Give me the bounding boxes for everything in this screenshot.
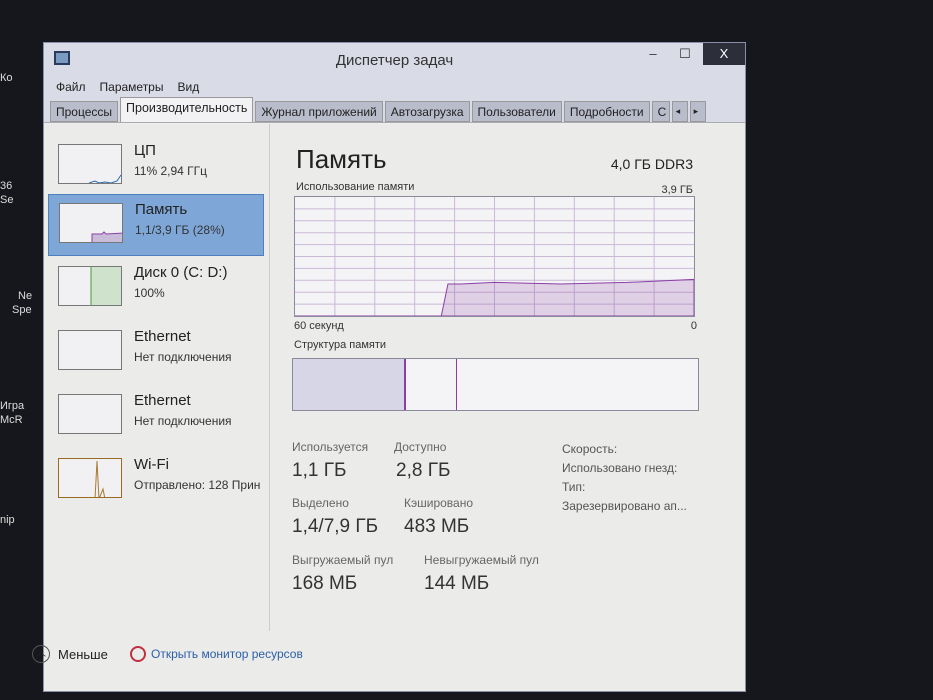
stat-label: Выделено — [292, 496, 349, 510]
cpu-thumbnail — [58, 144, 122, 184]
memory-usage-graph — [294, 196, 695, 317]
resource-ethernet-2[interactable]: Ethernet Нет подключения — [48, 386, 264, 448]
speed-label: Скорость: — [562, 442, 618, 456]
resource-ethernet-1[interactable]: Ethernet Нет подключения — [48, 322, 264, 384]
desktop-label[interactable]: Spe — [12, 304, 32, 316]
menu-bar: Файл Параметры Вид — [44, 76, 745, 97]
stat-label: Кэшировано — [404, 496, 474, 510]
task-manager-window: Диспетчер задач – ☐ X Файл Параметры Вид… — [32, 42, 746, 692]
stat-value: 168 МБ — [292, 573, 358, 594]
minimize-button[interactable]: – — [637, 43, 669, 65]
time-axis-right: 0 — [690, 320, 697, 332]
tab-services[interactable]: С — [651, 101, 670, 122]
close-button[interactable]: X — [703, 43, 745, 65]
stat-value: 483 МБ — [404, 516, 470, 537]
footer: ︿ Меньше Открыть монитор ресурсов — [32, 631, 745, 691]
resource-name: Память — [135, 201, 188, 218]
resource-detail: Нет подключения — [134, 414, 232, 428]
resource-disk[interactable]: Диск 0 (C: D:) 100% — [48, 258, 264, 320]
tab-scroll-right[interactable]: ▸ — [689, 101, 706, 122]
menu-options[interactable]: Параметры — [100, 80, 164, 94]
resource-cpu[interactable]: ЦП 11% 2,94 ГГц — [48, 136, 264, 198]
memory-thumbnail — [59, 203, 123, 243]
chevron-up-icon: ︿ — [32, 645, 50, 663]
resource-monitor-label: Открыть монитор ресурсов — [151, 647, 303, 661]
desktop-label[interactable]: nip — [0, 514, 15, 526]
disk-thumbnail — [58, 266, 122, 306]
memory-details: Память 4,0 ГБ DDR3 Использование памяти … — [292, 124, 745, 631]
memory-usage-area — [295, 278, 695, 317]
tab-performance[interactable]: Производительность — [120, 97, 254, 122]
resource-detail: Отправлено: 128 Прин — [134, 478, 261, 492]
resource-monitor-icon — [130, 646, 146, 662]
resource-name: Ethernet — [134, 392, 191, 409]
resource-detail: 11% 2,94 ГГц — [134, 164, 208, 178]
desktop-label[interactable]: Ne — [18, 290, 32, 302]
page-title: Память — [296, 144, 387, 174]
stat-label: Доступно — [394, 440, 447, 454]
desktop-label[interactable]: Игра — [0, 400, 24, 412]
stat-label: Невыгружаемый пул — [424, 553, 539, 567]
resource-name: Wi-Fi — [134, 456, 169, 473]
structure-standby — [406, 359, 458, 410]
memory-structure-bar — [292, 358, 699, 411]
maximize-button[interactable]: ☐ — [669, 43, 701, 65]
structure-in-use — [293, 359, 407, 410]
usage-label: Использование памяти — [296, 181, 415, 193]
structure-label: Структура памяти — [294, 339, 387, 351]
resource-list: ЦП 11% 2,94 ГГц Память 1,1/3,9 ГБ (28%) … — [44, 124, 270, 631]
stat-value: 2,8 ГБ — [396, 460, 451, 481]
resource-name: Диск 0 (C: D:) — [134, 264, 228, 281]
memory-spec: 4,0 ГБ DDR3 — [610, 156, 693, 172]
ethernet-thumbnail — [58, 330, 122, 370]
desktop-label[interactable]: 36 — [0, 180, 12, 192]
tab-users[interactable]: Пользователи — [471, 101, 562, 122]
reserved-label: Зарезервировано ап... — [562, 499, 687, 513]
ethernet-thumbnail — [58, 394, 122, 434]
tab-details[interactable]: Подробности — [563, 101, 650, 122]
tab-bar: Процессы Производительность Журнал прило… — [44, 97, 745, 123]
performance-panel: ЦП 11% 2,94 ГГц Память 1,1/3,9 ГБ (28%) … — [32, 124, 745, 691]
fewer-details-button[interactable]: ︿ Меньше — [32, 645, 108, 663]
resource-detail: 100% — [134, 286, 165, 300]
tab-scroll-left[interactable]: ◂ — [671, 101, 688, 122]
resource-detail: 1,1/3,9 ГБ (28%) — [135, 223, 225, 237]
slots-label: Использовано гнезд: — [562, 461, 678, 475]
title-bar[interactable]: Диспетчер задач – ☐ X — [44, 43, 745, 76]
desktop-label[interactable]: Se — [0, 194, 13, 206]
tab-app-history[interactable]: Журнал приложений — [255, 101, 383, 122]
menu-view[interactable]: Вид — [177, 80, 199, 94]
stat-value: 1,1 ГБ — [292, 460, 347, 481]
desktop-label[interactable]: Ко — [0, 72, 13, 84]
type-label: Тип: — [562, 480, 586, 494]
resource-name: Ethernet — [134, 328, 191, 345]
wifi-thumbnail — [58, 458, 122, 498]
resource-wifi[interactable]: Wi-Fi Отправлено: 128 Прин — [48, 450, 264, 512]
tab-processes[interactable]: Процессы — [50, 101, 119, 122]
fewer-details-label: Меньше — [58, 646, 108, 662]
stat-label: Выгружаемый пул — [292, 553, 394, 567]
desktop-label[interactable]: McR — [0, 414, 23, 426]
time-axis-left: 60 секунд — [294, 320, 344, 332]
usage-max: 3,9 ГБ — [661, 184, 693, 196]
open-resource-monitor-link[interactable]: Открыть монитор ресурсов — [130, 646, 303, 662]
resource-name: ЦП — [134, 142, 156, 159]
tab-startup[interactable]: Автозагрузка — [384, 101, 470, 122]
stat-label: Используется — [292, 440, 369, 454]
resource-memory[interactable]: Память 1,1/3,9 ГБ (28%) — [48, 194, 264, 256]
stat-value: 144 МБ — [424, 573, 490, 594]
menu-file[interactable]: Файл — [56, 80, 86, 94]
stat-value: 1,4/7,9 ГБ — [292, 516, 379, 537]
resource-detail: Нет подключения — [134, 350, 232, 364]
